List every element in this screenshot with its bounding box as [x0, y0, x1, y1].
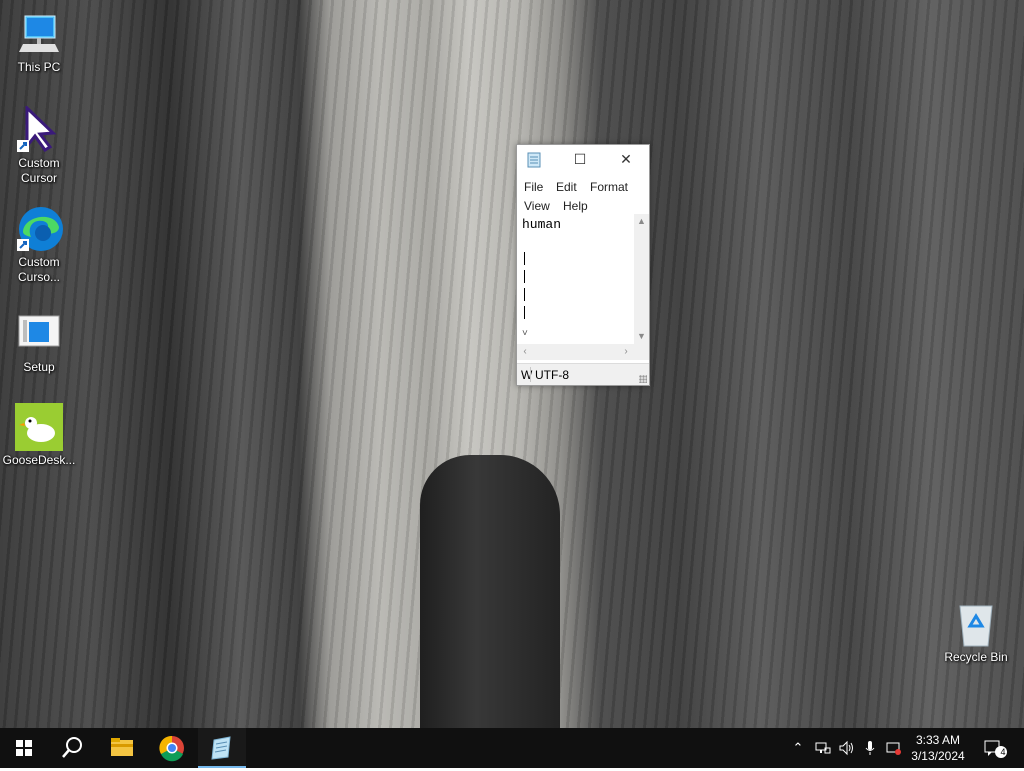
close-icon[interactable]: ✕ — [603, 145, 649, 174]
menu-edit[interactable]: Edit — [556, 178, 577, 196]
notepad-taskbar-button[interactable] — [198, 728, 246, 768]
desktop-icon-label: Custom Cursor — [18, 156, 60, 185]
vertical-scrollbar[interactable]: ▲ ▼ — [634, 214, 649, 344]
desktop-icon-custom-cursor[interactable]: Custom Cursor — [1, 104, 77, 186]
chrome-button[interactable] — [148, 728, 196, 768]
start-button[interactable] — [0, 728, 48, 768]
clock-date: 3/13/2024 — [911, 749, 965, 763]
edge-icon — [15, 205, 63, 253]
scroll-left-arrow-icon[interactable]: ‹ — [517, 344, 533, 360]
notepad-icon — [211, 736, 231, 760]
scroll-down-chevron-icon: ˅ — [522, 328, 528, 339]
show-hidden-icons-chevron-icon[interactable]: ⌃ — [790, 740, 806, 756]
resize-grip-icon[interactable] — [639, 375, 647, 383]
chrome-icon — [159, 735, 184, 762]
menu-file[interactable]: File — [524, 178, 543, 196]
menu-view[interactable]: View — [524, 197, 550, 215]
microphone-icon[interactable] — [862, 740, 878, 756]
this-pc-icon — [15, 10, 63, 58]
clock-time: 3:33 AM — [915, 733, 961, 747]
desktop-icon-label: GooseDesk... — [2, 453, 76, 467]
recycle-bin-icon — [952, 600, 1000, 648]
cursor-arrow-icon — [15, 104, 63, 154]
network-icon[interactable] — [815, 740, 831, 756]
maximize-icon[interactable]: ☐ — [557, 145, 603, 174]
volume-icon[interactable] — [838, 740, 854, 756]
desktop-icon-setup[interactable]: Setup — [1, 310, 77, 375]
search-button[interactable] — [48, 728, 96, 768]
text-caret-marks — [524, 252, 525, 322]
status-bar: W UTF-8 — [517, 363, 649, 385]
editor-text-line: human — [522, 217, 562, 232]
desktop-icon-custom-cursor-edge[interactable]: Custom Curso... — [1, 205, 77, 285]
scrollbar-corner — [634, 344, 649, 360]
desktop-icon-label: Custom Curso... — [17, 255, 60, 284]
notepad-icon — [526, 152, 542, 168]
scroll-right-arrow-icon[interactable]: › — [618, 344, 634, 360]
desktop-icon-recycle-bin[interactable]: Recycle Bin — [940, 600, 1012, 665]
rock-pillar — [420, 455, 560, 728]
notepad-window[interactable]: ☐ ✕ File Edit Format View Help human ˅ ▲… — [516, 144, 650, 386]
notification-count-badge: 4 — [1000, 747, 1006, 757]
desktop-background — [0, 0, 1024, 728]
screen-recording-icon[interactable] — [886, 740, 902, 756]
recycle-bin-label: Recycle Bin — [944, 650, 1008, 664]
search-icon — [62, 737, 82, 758]
desktop-icon-label: This PC — [17, 60, 61, 74]
goose-icon — [15, 403, 63, 451]
setup-icon — [15, 310, 63, 358]
file-explorer-button[interactable] — [98, 728, 146, 768]
horizontal-scrollbar[interactable]: ‹ › — [517, 344, 634, 360]
scroll-up-arrow-icon[interactable]: ▲ — [634, 214, 649, 229]
start-icon — [16, 740, 32, 756]
title-bar[interactable]: ☐ ✕ — [517, 145, 649, 174]
desktop-icon-this-pc[interactable]: This PC — [1, 10, 77, 75]
scroll-down-arrow-icon[interactable]: ▼ — [634, 329, 649, 344]
system-tray: ⌃ 3:33 AM 3/13/2024 4 — [788, 728, 1024, 768]
text-editor[interactable]: human — [518, 214, 632, 344]
menu-bar: File Edit Format View Help — [517, 176, 649, 214]
file-explorer-icon — [111, 738, 133, 756]
encoding-label: UTF-8 — [535, 368, 569, 382]
status-divider — [530, 367, 531, 382]
taskbar: ⌃ 3:33 AM 3/13/2024 4 — [0, 728, 1024, 768]
desktop-icon-label: Setup — [23, 360, 55, 374]
menu-help[interactable]: Help — [563, 197, 588, 215]
clock[interactable]: 3:33 AM 3/13/2024 — [906, 732, 970, 764]
menu-format[interactable]: Format — [590, 178, 628, 196]
desktop-icon-goosedesktop[interactable]: GooseDesk... — [1, 403, 77, 468]
